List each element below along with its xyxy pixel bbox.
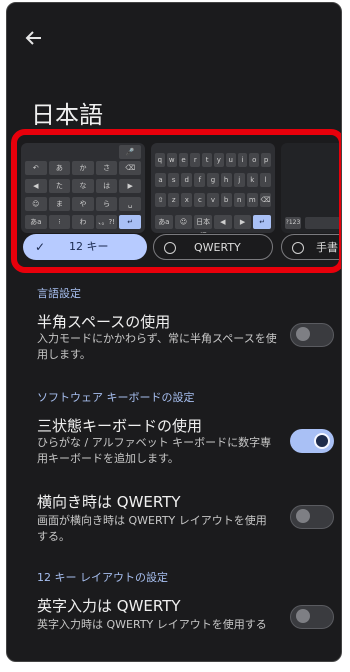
setting-title: 横向き時は QWERTY bbox=[37, 493, 181, 511]
setting-title: 英字入力は QWERTY bbox=[37, 597, 181, 615]
setting-description: ひらがな / アルファベット キーボードに数字専用キーボードを追加します。 bbox=[37, 436, 272, 465]
setting-description: 英字入力時は QWERTY レイアウトを使用する bbox=[37, 618, 267, 631]
half-width-space-toggle[interactable] bbox=[290, 323, 334, 347]
setting-title: 三状態キーボードの使用 bbox=[37, 417, 203, 435]
toggle-knob bbox=[314, 433, 330, 449]
arrow-left-icon[interactable] bbox=[23, 27, 45, 49]
alpha-qwerty-toggle[interactable] bbox=[290, 605, 334, 629]
highlight-frame bbox=[11, 129, 341, 273]
section-header-twelve-key-layout: 12 キー レイアウトの設定 bbox=[37, 571, 168, 584]
page-title: 日本語 bbox=[31, 101, 103, 129]
setting-description: 画面が横向き時は QWERTY レイアウトを使用する。 bbox=[37, 514, 267, 543]
landscape-qwerty-toggle[interactable] bbox=[290, 505, 334, 529]
toggle-knob bbox=[296, 509, 310, 523]
setting-title: 半角スペースの使用 bbox=[37, 313, 171, 331]
section-header-language: 言語設定 bbox=[37, 287, 81, 300]
toggle-knob bbox=[296, 327, 310, 341]
setting-description: 入力モードにかかわらず、常に半角スペースを使用します。 bbox=[37, 332, 277, 361]
toggle-knob bbox=[296, 609, 310, 623]
settings-screen: 日本語 🎤 ↶ あかさ ⌫ ◀ たなは ▶ ☺ まやら ␣ あa ⁝ わ、。?! ↵ qwertyuiop… bbox=[6, 2, 342, 662]
section-header-software-keyboard: ソフトウェア キーボードの設定 bbox=[37, 391, 195, 404]
tristate-keyboard-toggle[interactable] bbox=[290, 429, 334, 453]
